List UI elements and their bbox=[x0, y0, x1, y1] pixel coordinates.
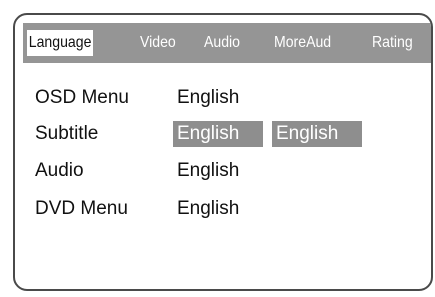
tab-bar: Language Video Audio MoreAud Rating bbox=[23, 23, 431, 63]
tab-moreaud[interactable]: MoreAud bbox=[274, 23, 331, 63]
tab-audio[interactable]: Audio bbox=[204, 23, 240, 63]
tab-language[interactable]: Language bbox=[27, 30, 94, 56]
subtitle-value-secondary[interactable]: English bbox=[272, 121, 362, 147]
settings-panel: Language Video Audio MoreAud Rating OSD … bbox=[13, 13, 433, 291]
osd-menu-label: OSD Menu bbox=[35, 87, 129, 108]
audio-value[interactable]: English bbox=[177, 158, 239, 184]
osd-menu-value[interactable]: English bbox=[177, 85, 239, 111]
tab-video[interactable]: Video bbox=[140, 23, 176, 63]
subtitle-label: Subtitle bbox=[35, 123, 99, 144]
dvd-menu-label: DVD Menu bbox=[35, 198, 128, 219]
subtitle-value-primary[interactable]: English bbox=[173, 121, 263, 147]
tab-rating[interactable]: Rating bbox=[372, 23, 413, 63]
audio-label: Audio bbox=[35, 160, 84, 181]
dvd-menu-value[interactable]: English bbox=[177, 196, 239, 222]
